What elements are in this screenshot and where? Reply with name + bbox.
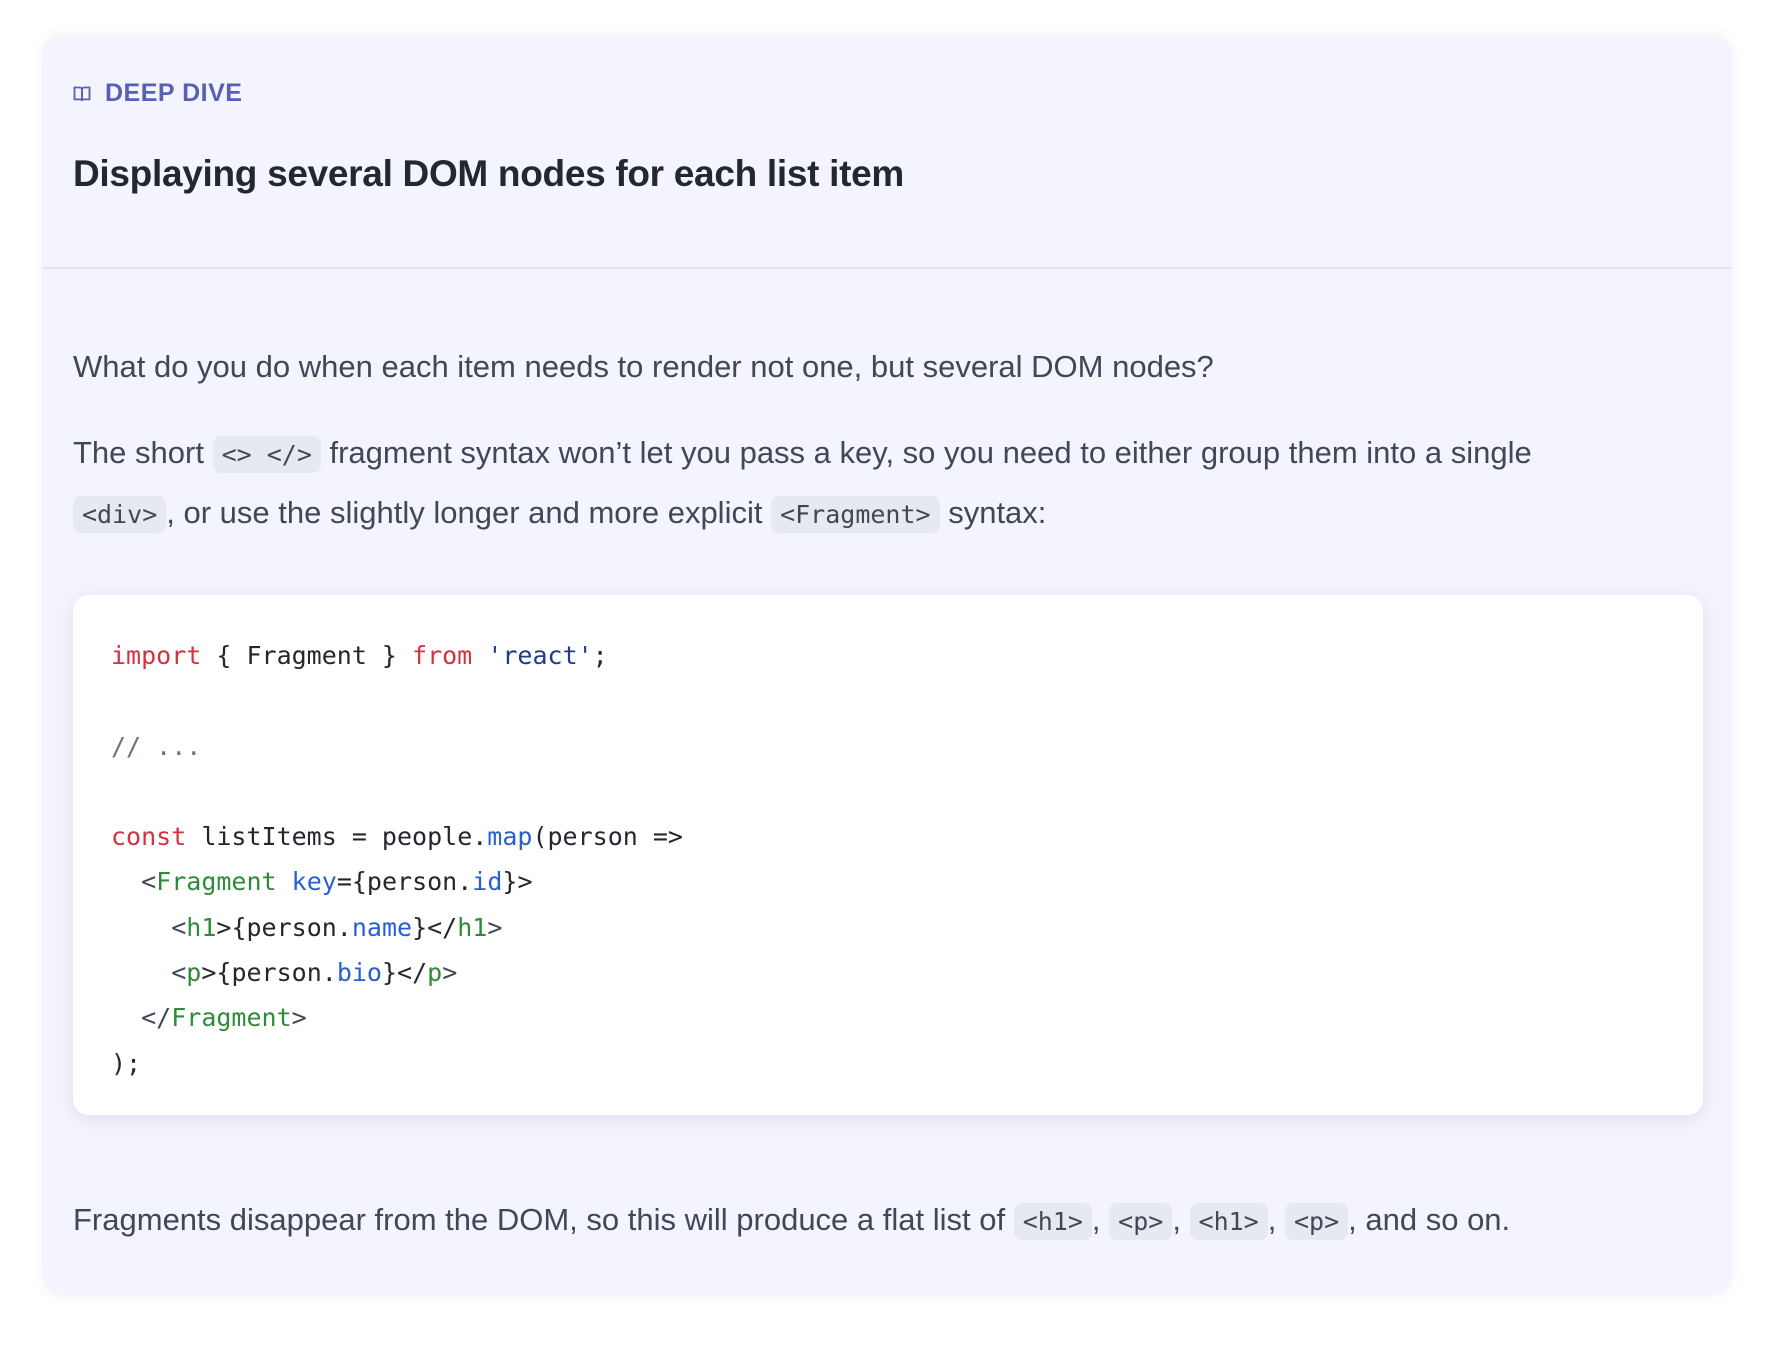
deep-dive-label-text: DEEP DIVE xyxy=(105,79,243,107)
code-line: import { Fragment } from 'react'; xyxy=(111,633,1665,678)
code-token: from xyxy=(412,641,473,670)
text: syntax: xyxy=(939,495,1047,530)
code-token: < xyxy=(171,958,187,988)
code-token: </ xyxy=(141,1003,172,1033)
code-token: ); xyxy=(111,1048,142,1078)
paragraph-fragments-disappear: Fragments disappear from the DOM, so thi… xyxy=(73,1191,1510,1251)
code-token: map xyxy=(487,822,533,852)
text: Fragments disappear from the DOM, so thi… xyxy=(73,1202,1014,1237)
paragraph-question: What do you do when each item needs to r… xyxy=(73,349,1214,384)
inline-code: <h1> xyxy=(1189,1203,1268,1240)
code-token: 'react' xyxy=(487,641,593,670)
code-token: Fragment xyxy=(171,1003,292,1033)
text: , and so on. xyxy=(1348,1202,1511,1237)
code-line: const listItems = people.map(person => xyxy=(111,814,1665,859)
code-token: >{person. xyxy=(216,912,352,942)
inline-code: <div> xyxy=(73,496,167,533)
text: , xyxy=(1091,1202,1110,1237)
text: , xyxy=(1172,1202,1190,1237)
code-token: key xyxy=(291,867,337,897)
code-token: > xyxy=(291,1003,307,1033)
code-token: { Fragment } xyxy=(201,641,413,670)
inline-code: <> </> xyxy=(212,436,321,473)
code-token: > xyxy=(442,958,458,988)
deep-dive-label: DEEP DIVE xyxy=(73,79,242,108)
code-token: bio xyxy=(336,958,382,988)
deep-dive-card: DEEP DIVE Displaying several DOM nodes f… xyxy=(42,35,1732,1295)
code-block[interactable]: import { Fragment } from 'react'; // ...… xyxy=(73,595,1703,1115)
code-token: > xyxy=(487,912,503,942)
code-token: < xyxy=(141,867,157,897)
code-comment: // ... xyxy=(111,731,202,761)
card-header: DEEP DIVE Displaying several DOM nodes f… xyxy=(42,35,1732,269)
text: , xyxy=(1267,1202,1285,1237)
code-line: <h1>{person.name}</h1> xyxy=(111,905,1665,950)
code-token: h1 xyxy=(186,912,217,942)
text: fragment syntax won’t let you pass a key… xyxy=(320,435,1532,470)
code-token: name xyxy=(351,912,413,942)
text: The short xyxy=(73,435,213,470)
code-token: h1 xyxy=(457,912,488,942)
code-token: Fragment xyxy=(156,867,277,897)
inline-code: <h1> xyxy=(1013,1203,1092,1240)
code-token: ; xyxy=(592,641,608,670)
code-token: p xyxy=(186,958,202,988)
inline-code: <p> xyxy=(1109,1203,1173,1240)
code-line: ); xyxy=(111,1041,1665,1086)
paragraph-fragment-syntax: The short <> </> fragment syntax won’t l… xyxy=(73,424,1532,544)
code-token: const xyxy=(111,822,187,852)
code-token: id xyxy=(472,867,503,897)
inline-code: <p> xyxy=(1285,1203,1349,1240)
code-token: >{person. xyxy=(201,958,337,988)
inline-code: <Fragment> xyxy=(771,496,940,533)
card-title: Displaying several DOM nodes for each li… xyxy=(73,153,904,194)
code-token: }</ xyxy=(412,912,458,942)
code-token: (person => xyxy=(532,822,683,852)
code-line: <Fragment key={person.id}> xyxy=(111,859,1665,904)
code-token: }> xyxy=(502,867,533,897)
text: , or use the slightly longer and more ex… xyxy=(166,495,772,530)
code-token: listItems = people. xyxy=(186,822,488,852)
code-token: }</ xyxy=(381,958,428,988)
code-line: <p>{person.bio}</p> xyxy=(111,950,1665,995)
code-line: // ... xyxy=(111,724,1665,769)
code-token: p xyxy=(427,958,443,988)
code-line: </Fragment> xyxy=(111,995,1665,1040)
book-icon xyxy=(73,85,91,103)
code-token: import xyxy=(111,641,202,670)
code-token: < xyxy=(171,912,187,942)
code-token: ={person. xyxy=(336,867,473,897)
